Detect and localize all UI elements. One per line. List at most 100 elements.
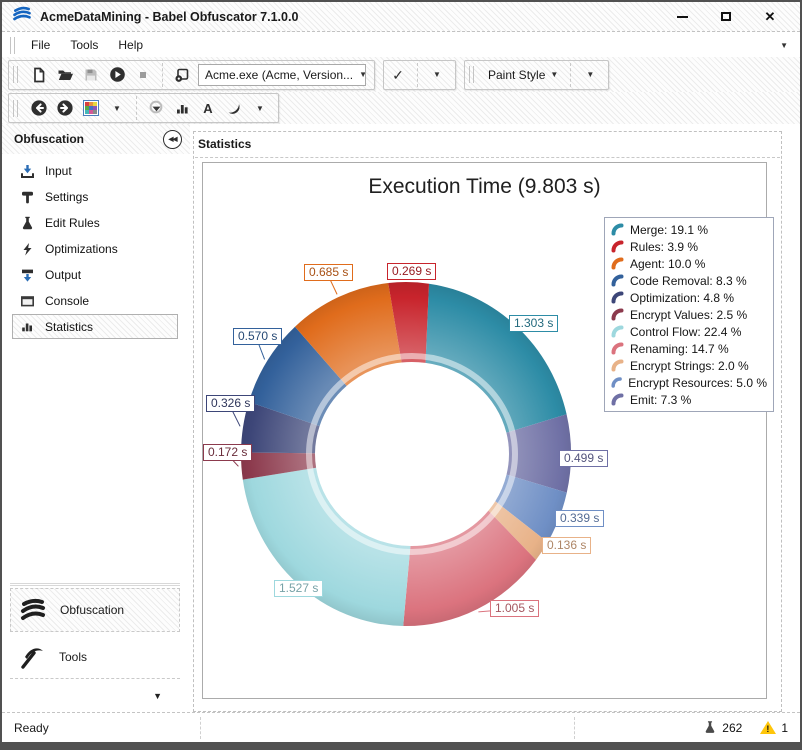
menu-overflow-caret[interactable]: ▼ (780, 41, 800, 50)
palette-button[interactable] (81, 97, 101, 119)
legend-arc-icon (611, 376, 622, 389)
legend-item-label: Code Removal: 8.3 % (630, 274, 747, 288)
sidebar-options-caret[interactable]: ▼ (153, 691, 162, 701)
new-project-button[interactable] (29, 64, 49, 86)
legend-item-merge: Merge: 19.1 % (605, 221, 773, 238)
collapse-sidebar-button[interactable]: ◀◀ (163, 130, 182, 149)
toolbar-separator (162, 63, 163, 87)
minimize-button[interactable] (672, 6, 692, 28)
chevron-down-icon: ▼ (550, 70, 558, 79)
title-bar[interactable]: AcmeDataMining - Babel Obfuscator 7.1.0.… (2, 2, 800, 32)
menu-grip[interactable] (10, 37, 15, 54)
bottom-nav-obfuscation[interactable]: Obfuscation (10, 588, 180, 632)
callout-encrypt-values: 0.172 s (203, 444, 252, 461)
legend-arc-icon (611, 342, 624, 355)
close-icon: ✕ (765, 10, 776, 23)
toolbar-chart: ▼ A ▼ (2, 92, 800, 124)
brush-button[interactable] (224, 97, 244, 119)
status-warning-count: 1 (781, 721, 788, 735)
menu-file[interactable]: File (22, 35, 59, 55)
callout-renaming: 1.005 s (490, 600, 539, 617)
collapse-chevrons-icon: ◀◀ (169, 135, 177, 143)
apply-dropdown-caret[interactable]: ▼ (427, 64, 447, 86)
toolbar-separator (417, 63, 418, 87)
legend-item-label: Encrypt Values: 2.5 % (630, 308, 747, 322)
palette-dropdown-caret[interactable]: ▼ (107, 97, 127, 119)
legend-item-label: Agent: 10.0 % (630, 257, 705, 271)
save-project-button[interactable] (81, 64, 101, 86)
status-ready-label: Ready (14, 721, 49, 735)
legend-item-encrypt-values: Encrypt Values: 2.5 % (605, 306, 773, 323)
paint-style-dropdown-caret[interactable]: ▼ (580, 64, 600, 86)
sidebar-item-optimizations[interactable]: Optimizations (2, 236, 190, 262)
callout-encrypt-resources: 0.339 s (555, 510, 604, 527)
toolbar-separator (570, 63, 571, 87)
build-config-button[interactable] (172, 64, 192, 86)
legend-item-label: Encrypt Resources: 5.0 % (628, 376, 767, 390)
menu-help[interactable]: Help (109, 35, 152, 55)
back-button[interactable] (29, 97, 49, 119)
sidebar-item-label: Input (45, 164, 72, 178)
toolbar-group-paint-style: Paint Style ▼ ▼ (464, 60, 609, 90)
forward-arrow-icon (56, 99, 74, 117)
sidebar-item-input[interactable]: Input (2, 158, 190, 184)
sidebar-item-statistics[interactable]: Statistics (12, 314, 178, 339)
run-obfuscation-button[interactable] (107, 64, 127, 86)
sidebar: Obfuscation ◀◀ Input Settings Edit Rules… (2, 124, 190, 712)
legend-item-rules: Rules: 3.9 % (605, 238, 773, 255)
flask-icon (20, 216, 35, 231)
open-project-button[interactable] (55, 64, 75, 86)
palette-icon (83, 100, 99, 116)
legend-item-agent: Agent: 10.0 % (605, 255, 773, 272)
legend-item-control-flow: Control Flow: 22.4 % (605, 323, 773, 340)
sidebar-item-edit-rules[interactable]: Edit Rules (2, 210, 190, 236)
legend-item-label: Control Flow: 22.4 % (630, 325, 741, 339)
legend-item-label: Renaming: 14.7 % (630, 342, 729, 356)
app-window: AcmeDataMining - Babel Obfuscator 7.1.0.… (0, 0, 802, 750)
toolbar-group-apply: ✓ ▼ (383, 60, 456, 90)
maximize-button[interactable] (716, 6, 736, 28)
assembly-combo[interactable]: Acme.exe (Acme, Version... ▼ (198, 64, 366, 86)
status-flask-icon (703, 720, 717, 735)
stop-button[interactable] (133, 64, 153, 86)
build-config-icon (174, 67, 190, 83)
main-area: Statistics Execution Time (9.803 s) Merg… (190, 124, 802, 712)
menu-tools[interactable]: Tools (61, 35, 107, 55)
sidebar-item-label: Console (45, 294, 89, 308)
callout-rules: 0.269 s (387, 263, 436, 280)
obfuscation-waves-icon (19, 598, 47, 622)
legend-arc-icon (611, 291, 624, 304)
legend-item-label: Rules: 3.9 % (630, 240, 698, 254)
input-icon (20, 164, 35, 179)
toolbar-group-project: Acme.exe (Acme, Version... ▼ (8, 60, 375, 90)
save-icon (83, 67, 99, 83)
toolbar-grip[interactable] (13, 100, 18, 117)
forward-button[interactable] (55, 97, 75, 119)
chevron-down-icon: ▼ (359, 70, 366, 79)
warning-icon: ! (760, 721, 776, 734)
bar-chart-button[interactable] (172, 97, 192, 119)
statistics-bars-icon (20, 319, 35, 334)
callout-code-removal: 0.570 s (233, 328, 282, 345)
sidebar-item-settings[interactable]: Settings (2, 184, 190, 210)
run-icon (109, 66, 126, 83)
close-button[interactable]: ✕ (760, 6, 780, 28)
sidebar-item-console[interactable]: Console (2, 288, 190, 314)
legend-arc-icon (611, 308, 624, 321)
chart-type-button[interactable] (146, 97, 166, 119)
paint-style-button[interactable]: Paint Style ▼ (485, 68, 561, 82)
legend-item-encrypt-resources: Encrypt Resources: 5.0 % (605, 374, 773, 391)
toolbar-grip[interactable] (13, 66, 18, 83)
toolbar-grip[interactable] (469, 66, 474, 83)
font-button[interactable]: A (198, 97, 218, 119)
legend-arc-icon (611, 240, 624, 253)
chart-tools-dropdown-caret[interactable]: ▼ (250, 97, 270, 119)
minimize-icon (677, 16, 688, 18)
bottom-nav-tools[interactable]: Tools (10, 635, 180, 679)
sidebar-item-output[interactable]: Output (2, 262, 190, 288)
sidebar-item-label: Optimizations (45, 242, 118, 256)
bottom-nav-label: Obfuscation (60, 603, 124, 617)
apply-check-button[interactable]: ✓ (388, 64, 408, 86)
legend-item-label: Optimization: 4.8 % (630, 291, 734, 305)
sidebar-item-label: Settings (45, 190, 88, 204)
